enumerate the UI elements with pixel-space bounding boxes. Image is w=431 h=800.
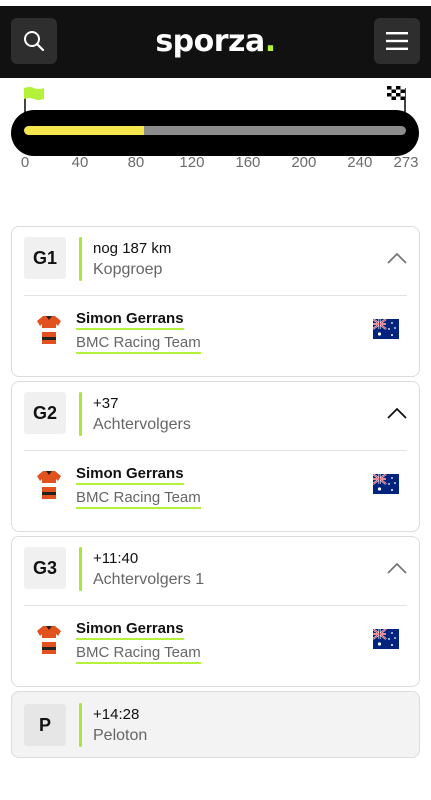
- start-flag-icon: [24, 87, 44, 100]
- group-code: G3: [24, 547, 66, 589]
- group-header[interactable]: G2 +37 Achtervolgers: [12, 382, 419, 450]
- rider-row: Simon Gerrans BMC Racing Team: [12, 606, 419, 684]
- group-indicator: [79, 547, 82, 591]
- australia-flag-icon: [373, 474, 399, 494]
- group-card-g1: G1 nog 187 km Kopgroep Simon Gerrans BMC…: [11, 226, 420, 377]
- rider-row: Simon Gerrans BMC Racing Team: [12, 451, 419, 529]
- distance-tick-label: 240: [347, 154, 373, 171]
- group-time: +14:28: [93, 706, 140, 723]
- group-code: G2: [24, 392, 66, 434]
- group-label: Kopgroep: [93, 261, 163, 278]
- group-label: Peloton: [93, 727, 148, 744]
- jersey-icon: [37, 626, 61, 654]
- distance-tick-label: 273: [393, 154, 419, 171]
- progress-bar-fill: [24, 126, 145, 135]
- rider-team[interactable]: BMC Racing Team: [76, 489, 201, 509]
- group-time: nog 187 km: [93, 240, 172, 257]
- group-header[interactable]: G1 nog 187 km Kopgroep: [12, 227, 419, 295]
- chevron-up-icon[interactable]: [387, 251, 407, 265]
- rider-team[interactable]: BMC Racing Team: [76, 644, 201, 664]
- group-time: +11:40: [93, 550, 139, 567]
- rider-name[interactable]: Simon Gerrans: [76, 465, 184, 485]
- group-card-g2: G2 +37 Achtervolgers Simon Gerrans BMC R…: [11, 381, 420, 532]
- australia-flag-icon: [373, 629, 399, 649]
- app-header: sporza.: [0, 6, 431, 78]
- group-indicator: [79, 237, 82, 281]
- menu-button[interactable]: [374, 18, 420, 64]
- group-time: +37: [93, 395, 119, 412]
- rider-name[interactable]: Simon Gerrans: [76, 310, 184, 330]
- group-card-g3: G3 +11:40 Achtervolgers 1 Simon Gerrans …: [11, 536, 420, 687]
- distance-tick-label: 200: [291, 154, 317, 171]
- rider-team[interactable]: BMC Racing Team: [76, 334, 201, 354]
- chevron-up-icon[interactable]: [387, 406, 407, 420]
- group-header[interactable]: G3 +11:40 Achtervolgers 1: [12, 537, 419, 605]
- rider-row: Simon Gerrans BMC Racing Team: [12, 296, 419, 374]
- group-code: G1: [24, 237, 66, 279]
- group-header[interactable]: P +14:28 Peloton: [12, 692, 419, 757]
- race-progress: 0 40 80 120 160 200 240 273: [0, 78, 431, 188]
- distance-tick-label: 80: [127, 154, 145, 171]
- distance-tick-label: 0: [20, 154, 30, 171]
- jersey-icon: [37, 471, 61, 499]
- finish-flag-icon: [387, 86, 405, 100]
- distance-tick-label: 120: [179, 154, 205, 171]
- group-label: Achtervolgers: [93, 416, 191, 433]
- progress-bar: [24, 126, 406, 135]
- group-indicator: [79, 392, 82, 436]
- group-indicator: [79, 703, 82, 747]
- distance-tick-label: 160: [235, 154, 261, 171]
- hamburger-menu-icon: [386, 32, 408, 50]
- jersey-icon: [37, 316, 61, 344]
- sporza-logo[interactable]: sporza.: [0, 24, 431, 59]
- australia-flag-icon: [373, 319, 399, 339]
- rider-name[interactable]: Simon Gerrans: [76, 620, 184, 640]
- chevron-up-icon[interactable]: [387, 561, 407, 575]
- group-code: P: [24, 704, 66, 746]
- group-label: Achtervolgers 1: [93, 571, 205, 588]
- distance-tick-label: 40: [71, 154, 89, 171]
- group-card-peloton[interactable]: P +14:28 Peloton: [11, 691, 420, 758]
